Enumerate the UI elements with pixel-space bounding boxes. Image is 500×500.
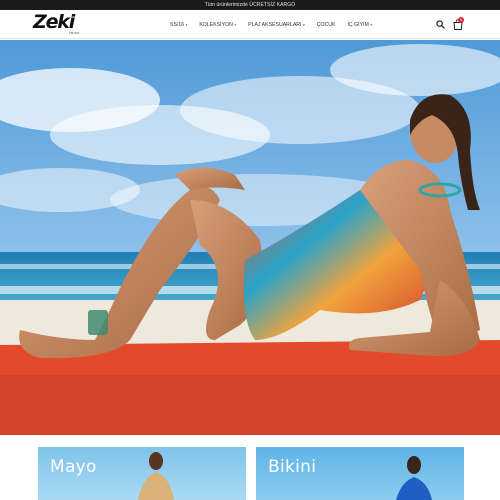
nav-item-ic-giyim[interactable]: İÇ GİYİM ▾ bbox=[347, 22, 372, 28]
category-card-mayo[interactable]: Mayo bbox=[38, 447, 246, 500]
main-nav: SS/16 ▾ KOLEKSİYON ▾ PLAJ AKSESUARLARI ▾… bbox=[170, 20, 384, 29]
category-title: Mayo bbox=[50, 457, 97, 477]
nav-item-plaj-aksesuarlari[interactable]: PLAJ AKSESUARLARI ▾ bbox=[248, 22, 305, 28]
nav-item-label: İÇ GİYİM bbox=[347, 21, 369, 28]
cart-count-badge: 0 bbox=[458, 17, 464, 23]
nav-item-label: KOLEKSİYON bbox=[199, 21, 233, 28]
hero-slider[interactable] bbox=[0, 40, 500, 435]
category-card-bikini[interactable]: Bikini bbox=[256, 447, 464, 500]
hero-image bbox=[0, 40, 500, 435]
announcement-bar: Tüm ürünlerimizde ÜCRETSİZ KARGO bbox=[0, 0, 500, 10]
brand-logo[interactable]: Zeki TRIKO bbox=[33, 11, 83, 37]
brand-logo-subtext: TRIKO bbox=[69, 31, 80, 35]
announcement-text: Tüm ürünlerimizde ÜCRETSİZ KARGO bbox=[204, 2, 296, 8]
chevron-down-icon: ▾ bbox=[370, 22, 373, 27]
category-title: Bikini bbox=[268, 457, 317, 477]
nav-item-label: ÇOCUK bbox=[316, 21, 336, 28]
nav-item-label: SS/16 bbox=[170, 21, 185, 28]
nav-item-ss16[interactable]: SS/16 ▾ bbox=[170, 22, 187, 28]
nav-item-label: PLAJ AKSESUARLARI bbox=[248, 21, 302, 28]
brand-logo-text: Zeki bbox=[33, 11, 75, 33]
chevron-down-icon: ▾ bbox=[234, 22, 237, 27]
nav-item-koleksiyon[interactable]: KOLEKSİYON ▾ bbox=[199, 22, 236, 28]
chevron-down-icon: ▾ bbox=[185, 22, 188, 27]
search-icon[interactable] bbox=[436, 20, 445, 29]
site-header: Zeki TRIKO SS/16 ▾ KOLEKSİYON ▾ PLAJ AKS… bbox=[0, 10, 500, 39]
chevron-down-icon: ▾ bbox=[302, 22, 305, 27]
nav-item-cocuk[interactable]: ÇOCUK bbox=[317, 22, 336, 28]
